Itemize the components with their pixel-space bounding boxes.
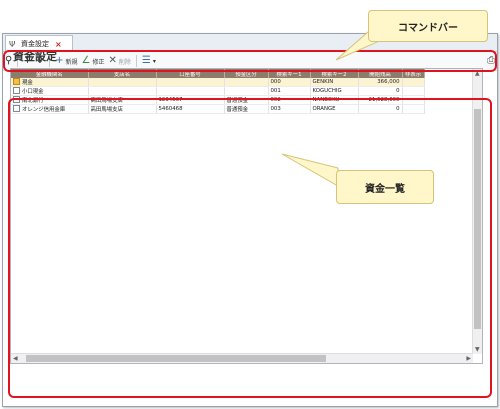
cell-bank: 現金: [11, 78, 89, 87]
bank-name: 小口現金: [22, 89, 44, 95]
cell-account: [156, 78, 225, 87]
row-icon: [13, 87, 20, 94]
cell-key1: 000: [268, 78, 311, 87]
fund-list-callout: 資金一覧: [336, 170, 434, 204]
command-bar-callout: コマンドバー: [368, 10, 488, 42]
cell-hidden: [402, 78, 425, 87]
row-icon: [13, 78, 20, 85]
cell-bank: 小口現金: [11, 86, 89, 96]
cell-branch: [88, 86, 157, 96]
cell-hidden: [402, 86, 425, 96]
cell-key1: 001: [268, 86, 311, 96]
cell-type: [224, 86, 269, 96]
cell-type: [224, 78, 269, 87]
cell-branch: [88, 78, 157, 87]
cell-account: [156, 86, 225, 96]
table-row[interactable]: 小口現金 001 KOGUCHIG 0: [11, 86, 425, 96]
table-row[interactable]: 現金 000 GENKIN 366,000: [11, 78, 425, 87]
bank-name: 現金: [22, 80, 33, 86]
cell-key2: KOGUCHIG: [310, 86, 359, 96]
cell-balance: 366,000: [358, 78, 403, 87]
fund-list-highlight: [8, 98, 492, 398]
cell-balance: 0: [358, 86, 403, 96]
cell-key2: GENKIN: [310, 78, 359, 87]
